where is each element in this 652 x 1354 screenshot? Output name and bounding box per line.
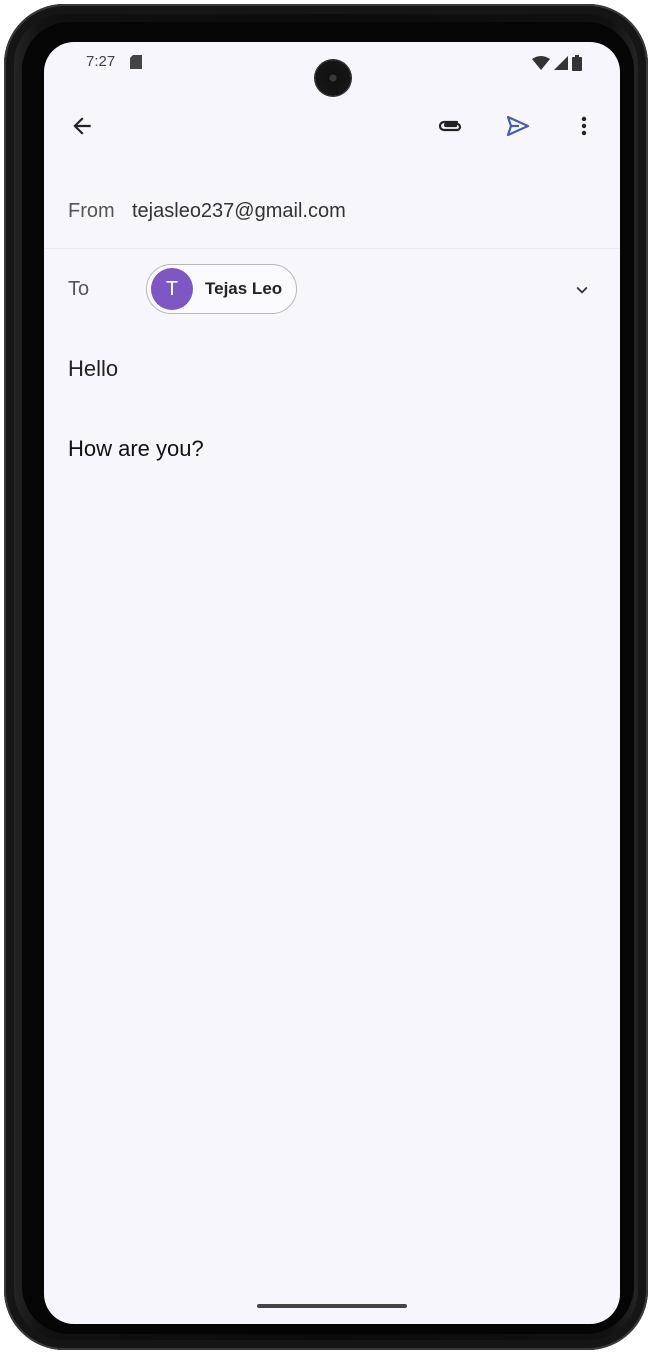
more-options-button[interactable] <box>564 106 604 146</box>
paperclip-icon <box>438 120 462 132</box>
recipient-name: Tejas Leo <box>205 279 283 298</box>
arrow-back-icon <box>73 117 91 135</box>
front-camera <box>315 60 351 96</box>
screen: 7:27 From tejasleo237@gmail.com To T Tej… <box>44 42 620 1324</box>
to-label: To <box>68 278 90 300</box>
battery-icon <box>572 55 582 71</box>
from-divider <box>44 248 620 249</box>
phone-frame: 7:27 From tejasleo237@gmail.com To T Tej… <box>4 4 648 1350</box>
expand-recipients-button[interactable] <box>562 270 602 310</box>
attach-button[interactable] <box>430 106 470 146</box>
status-time: 7:27 <box>86 53 116 70</box>
to-row[interactable]: To T Tejas Leo <box>44 264 620 316</box>
more-vert-icon <box>581 116 587 136</box>
body-field[interactable]: How are you? <box>68 436 204 462</box>
signal-icon <box>554 56 568 70</box>
from-label: From <box>68 200 115 222</box>
from-address[interactable]: tejasleo237@gmail.com <box>132 200 346 223</box>
wifi-icon <box>532 56 550 70</box>
from-row[interactable]: From tejasleo237@gmail.com <box>44 190 620 234</box>
avatar: T <box>151 268 193 310</box>
gesture-navigation-bar[interactable] <box>257 1304 407 1308</box>
subject-field[interactable]: Hello <box>68 356 118 382</box>
chevron-down-icon <box>576 286 588 294</box>
app-bar <box>44 106 620 162</box>
recipient-chip[interactable]: T Tejas Leo <box>146 264 298 314</box>
send-icon <box>506 115 530 137</box>
send-button[interactable] <box>498 106 538 146</box>
sd-card-icon <box>130 55 142 69</box>
back-button[interactable] <box>62 106 102 146</box>
status-icons <box>532 55 582 71</box>
